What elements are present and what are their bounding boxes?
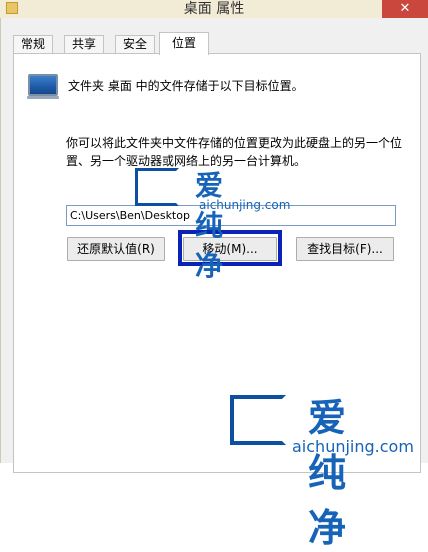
close-button[interactable]: ✕	[382, 0, 428, 18]
location-panel: 文件夹 桌面 中的文件存储于以下目标位置。 你可以将此文件夹中文件存储的位置更改…	[13, 53, 421, 473]
target-path-field[interactable]: C:\Users\Ben\Desktop	[66, 205, 396, 226]
title-bar: 桌面 属性 ✕	[0, 0, 428, 18]
tab-general[interactable]: 常规	[13, 35, 53, 54]
window-title: 桌面 属性	[183, 1, 245, 17]
restore-default-button[interactable]: 还原默认值(R)	[67, 237, 165, 261]
properties-dialog: 常规 共享 安全 位置 文件夹 桌面 中的文件存储于以下目标位置。 你可以将此文…	[0, 18, 428, 473]
location-info-text: 你可以将此文件夹中文件存储的位置更改为此硬盘上的另一个位置、另一个驱动器或网络上…	[66, 136, 403, 168]
find-target-button[interactable]: 查找目标(F)...	[296, 237, 394, 261]
tab-location[interactable]: 位置	[159, 32, 209, 55]
tab-sharing[interactable]: 共享	[64, 35, 104, 54]
location-description: 文件夹 桌面 中的文件存储于以下目标位置。	[68, 79, 304, 93]
move-button-highlight	[178, 230, 282, 266]
desktop-folder-icon	[27, 74, 59, 99]
tab-security[interactable]: 安全	[115, 35, 155, 54]
